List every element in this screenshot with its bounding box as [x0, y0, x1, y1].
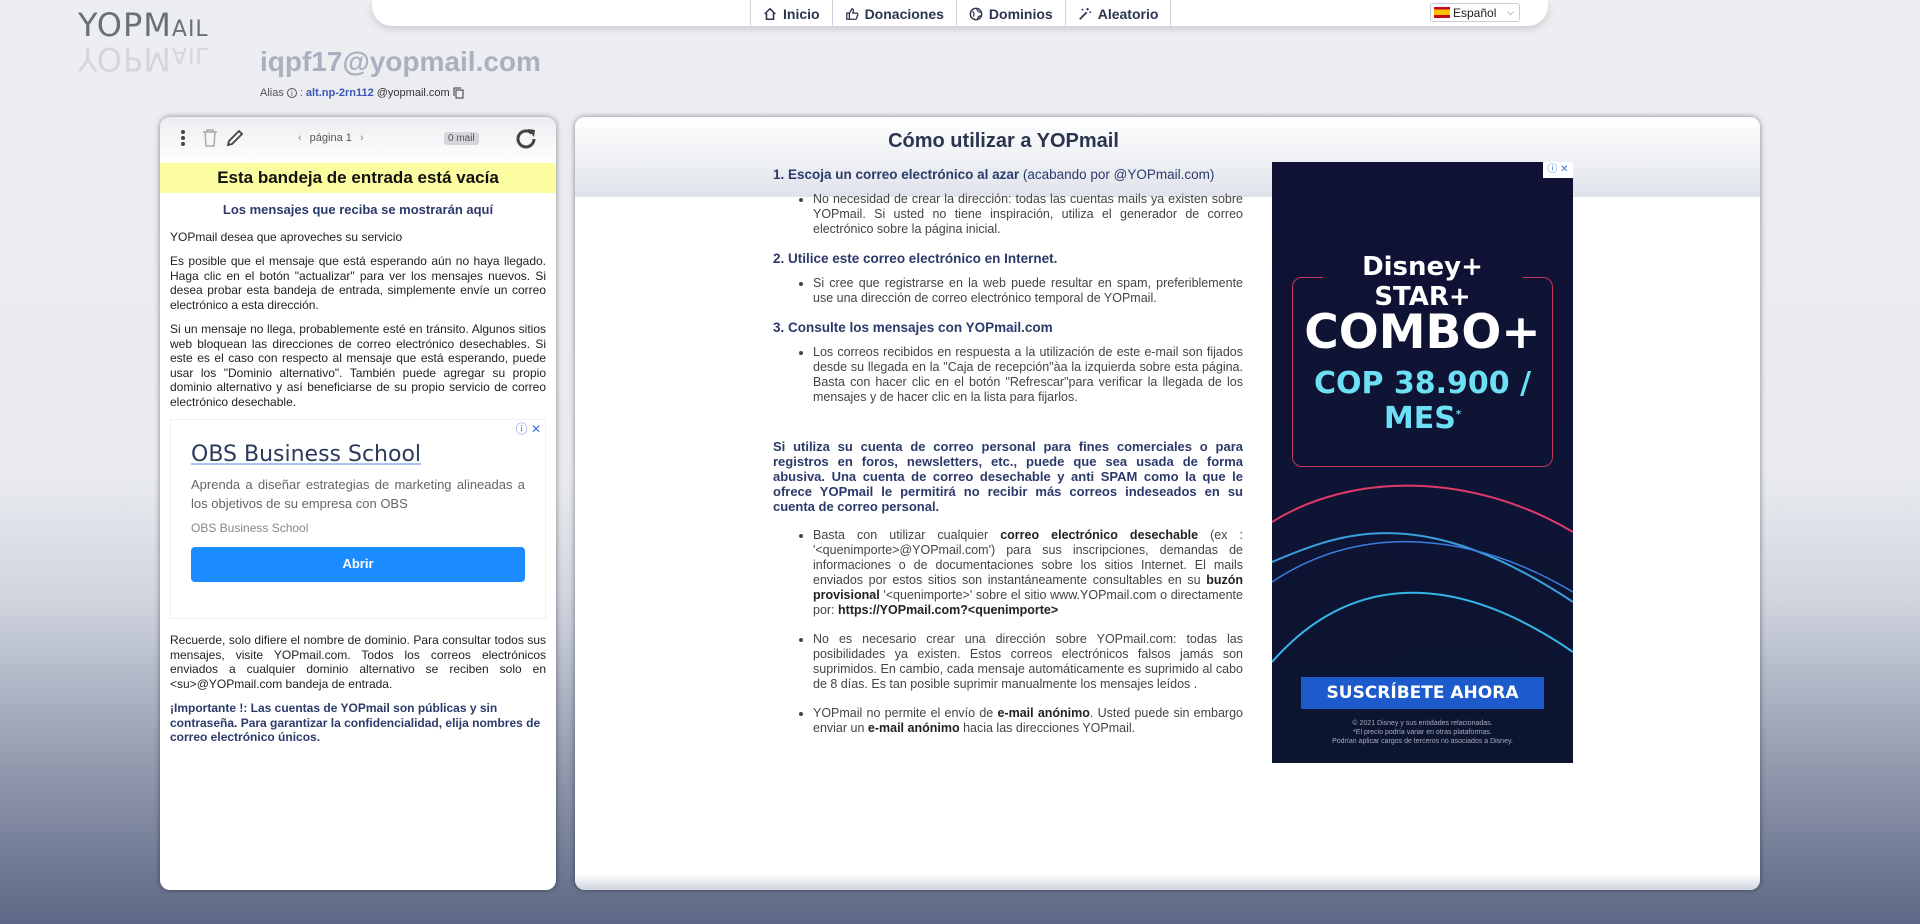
alias-line: Alias i : alt.np-2rn112 @yopmail.com — [260, 87, 464, 99]
globe-icon — [969, 7, 983, 21]
nav-dominios[interactable]: Dominios — [955, 0, 1065, 28]
alias-name[interactable]: alt.np-2rn112 — [306, 87, 374, 99]
pencil-icon[interactable] — [225, 128, 245, 148]
ad-source: OBS Business School — [191, 520, 309, 535]
mailbox-address: iqpf17@yopmail.com — [260, 46, 541, 77]
step-2-heading: 2. Utilice este correo electrónico en In… — [773, 251, 1058, 266]
home-icon — [764, 7, 776, 21]
warning-paragraph: Si utiliza su cuenta de correo personal … — [773, 439, 1243, 514]
adchoices-icon[interactable]: ⓘ ✕ — [1543, 162, 1573, 178]
language-select[interactable]: Español ⌵ — [1430, 3, 1520, 22]
nav-aleatorio[interactable]: Aleatorio — [1064, 0, 1172, 28]
chevron-down-icon: ⌵ — [1507, 7, 1514, 17]
copy-icon[interactable] — [453, 87, 464, 99]
refresh-icon[interactable] — [513, 126, 539, 152]
inbox-info: Los mensajes que reciba se mostrarán aqu… — [170, 202, 546, 744]
howto-content: 1. Escoja un correo electrónico al azar … — [773, 167, 1243, 750]
step-3-heading: 3. Consulte los mensajes con YOPmail.com — [773, 320, 1053, 335]
mail-count-badge: 0 mail — [444, 132, 479, 145]
ad-obs[interactable]: ⓘ ✕ OBS Business School Aprenda a diseña… — [170, 419, 546, 619]
important-note: ¡Importante !: Las cuentas de YOPmail so… — [170, 701, 541, 744]
thumbs-up-icon — [845, 8, 859, 20]
magic-wand-icon — [1078, 7, 1091, 20]
nav-inicio[interactable]: Inicio — [750, 0, 832, 28]
pager: ‹ página 1 › — [298, 132, 364, 144]
nav-donaciones[interactable]: Donaciones — [831, 0, 956, 28]
ad-title[interactable]: OBS Business School — [191, 444, 525, 465]
howto-title: Cómo utilizar a YOPmail — [888, 130, 1119, 152]
alias-domain: @yopmail.com — [376, 87, 450, 99]
ad-headline: COMBO+ — [1304, 305, 1541, 360]
info-icon[interactable]: i — [286, 88, 297, 98]
empty-inbox-banner: Esta bandeja de entrada está vacía — [160, 163, 556, 193]
decorative-waves — [1272, 484, 1573, 663]
yopmail-logo[interactable]: YOPMAIL YOPMAIL — [78, 6, 268, 78]
prev-page-icon[interactable]: ‹ — [298, 132, 302, 144]
ad-subscribe-button[interactable]: SUSCRÍBETE AHORA — [1301, 677, 1544, 709]
inbox-subtitle: Los mensajes que reciba se mostrarán aqu… — [222, 202, 494, 217]
trash-icon[interactable] — [202, 128, 218, 148]
ad-description: Aprenda a diseñar estrategias de marketi… — [191, 476, 525, 511]
inbox-toolbar: ‹ página 1 › 0 mail — [160, 117, 556, 163]
ad-disney[interactable]: ⓘ ✕ Disney+ STAR+ COMBO+ COP 38.900 / ME… — [1272, 162, 1573, 763]
ad-brand: Disney+ STAR+ — [1322, 252, 1523, 312]
more-options-icon[interactable] — [180, 128, 186, 148]
inbox-panel: ‹ página 1 › 0 mail Esta bandeja de entr… — [160, 117, 556, 890]
ad-legal: © 2021 Disney y sus entidades relacionad… — [1332, 720, 1513, 745]
adchoices-icon[interactable]: ⓘ ✕ — [516, 422, 541, 437]
step-1-heading: 1. Escoja un correo electrónico al azar … — [773, 167, 1215, 182]
spain-flag-icon — [1434, 7, 1450, 18]
howto-panel: Cómo utilizar a YOPmail 1. Escoja un cor… — [575, 117, 1760, 890]
ad-price: COP 38.900 / MES* — [1313, 366, 1532, 436]
next-page-icon[interactable]: › — [360, 132, 364, 144]
main-nav: Inicio Donaciones Dominios Aleatorio — [750, 0, 1172, 28]
ad-open-button[interactable]: Abrir — [191, 547, 525, 582]
page-label: página 1 — [309, 132, 352, 144]
